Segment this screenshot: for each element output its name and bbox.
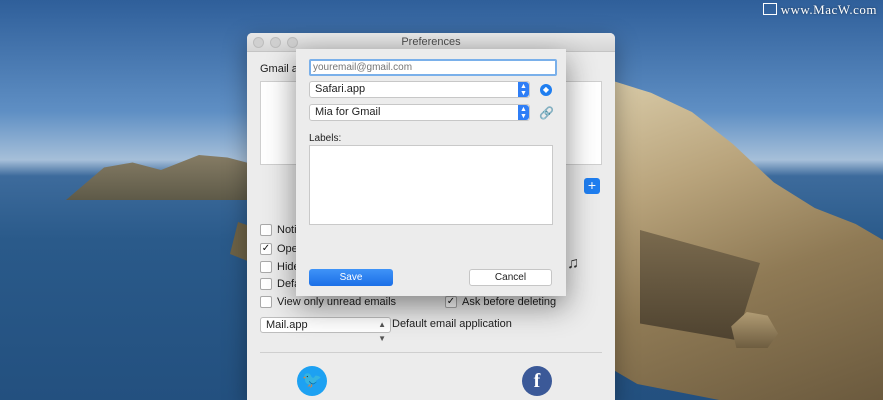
divider (260, 352, 602, 353)
save-button[interactable]: Save (309, 269, 393, 286)
labels-title: Labels: (309, 133, 342, 144)
option-view-unread[interactable]: View only unread emails (260, 295, 396, 309)
watermark-text: www.MacW.com (780, 2, 877, 17)
client-select[interactable]: Mia for Gmail ▲ ▼ (309, 104, 530, 121)
facebook-glyph: f (533, 370, 541, 392)
music-note-icon[interactable]: ♫ (567, 255, 579, 273)
checkbox[interactable] (260, 296, 272, 308)
labels-field[interactable] (309, 145, 553, 225)
add-account-button[interactable]: + (584, 178, 600, 194)
select-value: Mia for Gmail (315, 106, 381, 118)
chevron-updown-icon: ▲ ▼ (518, 82, 529, 97)
select-value: Mail.app (266, 319, 308, 331)
cancel-button[interactable]: Cancel (469, 269, 552, 286)
island-hill (66, 155, 256, 200)
email-app-select[interactable]: Mail.app ▲ ▼ (260, 317, 391, 343)
minimize-button[interactable] (270, 37, 281, 48)
watermark: www.MacW.com (762, 2, 877, 18)
window-controls (253, 37, 298, 48)
checkbox[interactable] (260, 278, 272, 290)
option-ask-before-deleting[interactable]: ✓ Ask before deleting (445, 295, 556, 309)
chevron-updown-icon: ▲ ▼ (518, 105, 529, 120)
option-hide[interactable]: Hide (260, 260, 300, 274)
twitter-icon[interactable]: 🐦 (297, 366, 327, 396)
option-label: View only unread emails (277, 296, 397, 308)
select-value: Safari.app (315, 83, 366, 95)
add-account-sheet: Safari.app ▲▼ ◆ Mia for Gmail ▲▼ 🔗 Label… (296, 49, 566, 296)
option-label: Ask before deleting (462, 296, 557, 308)
chevron-updown-icon: ▲ ▼ (378, 320, 386, 343)
watermark-logo-icon (762, 3, 777, 15)
checkbox[interactable] (260, 224, 272, 236)
zoom-button[interactable] (287, 37, 298, 48)
compass-icon[interactable]: ◆ (540, 84, 552, 96)
default-email-label: Default email application (392, 318, 512, 330)
close-button[interactable] (253, 37, 264, 48)
email-input[interactable] (309, 59, 557, 76)
link-icon[interactable]: 🔗 (539, 106, 554, 120)
checkbox[interactable] (260, 261, 272, 273)
window-title: Preferences (401, 36, 461, 48)
checkbox-checked[interactable]: ✓ (260, 243, 272, 255)
facebook-icon[interactable]: f (522, 366, 552, 396)
checkbox-checked[interactable]: ✓ (445, 296, 457, 308)
browser-select[interactable]: Safari.app ▲ ▼ (309, 81, 530, 98)
twitter-glyph: 🐦 (302, 372, 322, 389)
